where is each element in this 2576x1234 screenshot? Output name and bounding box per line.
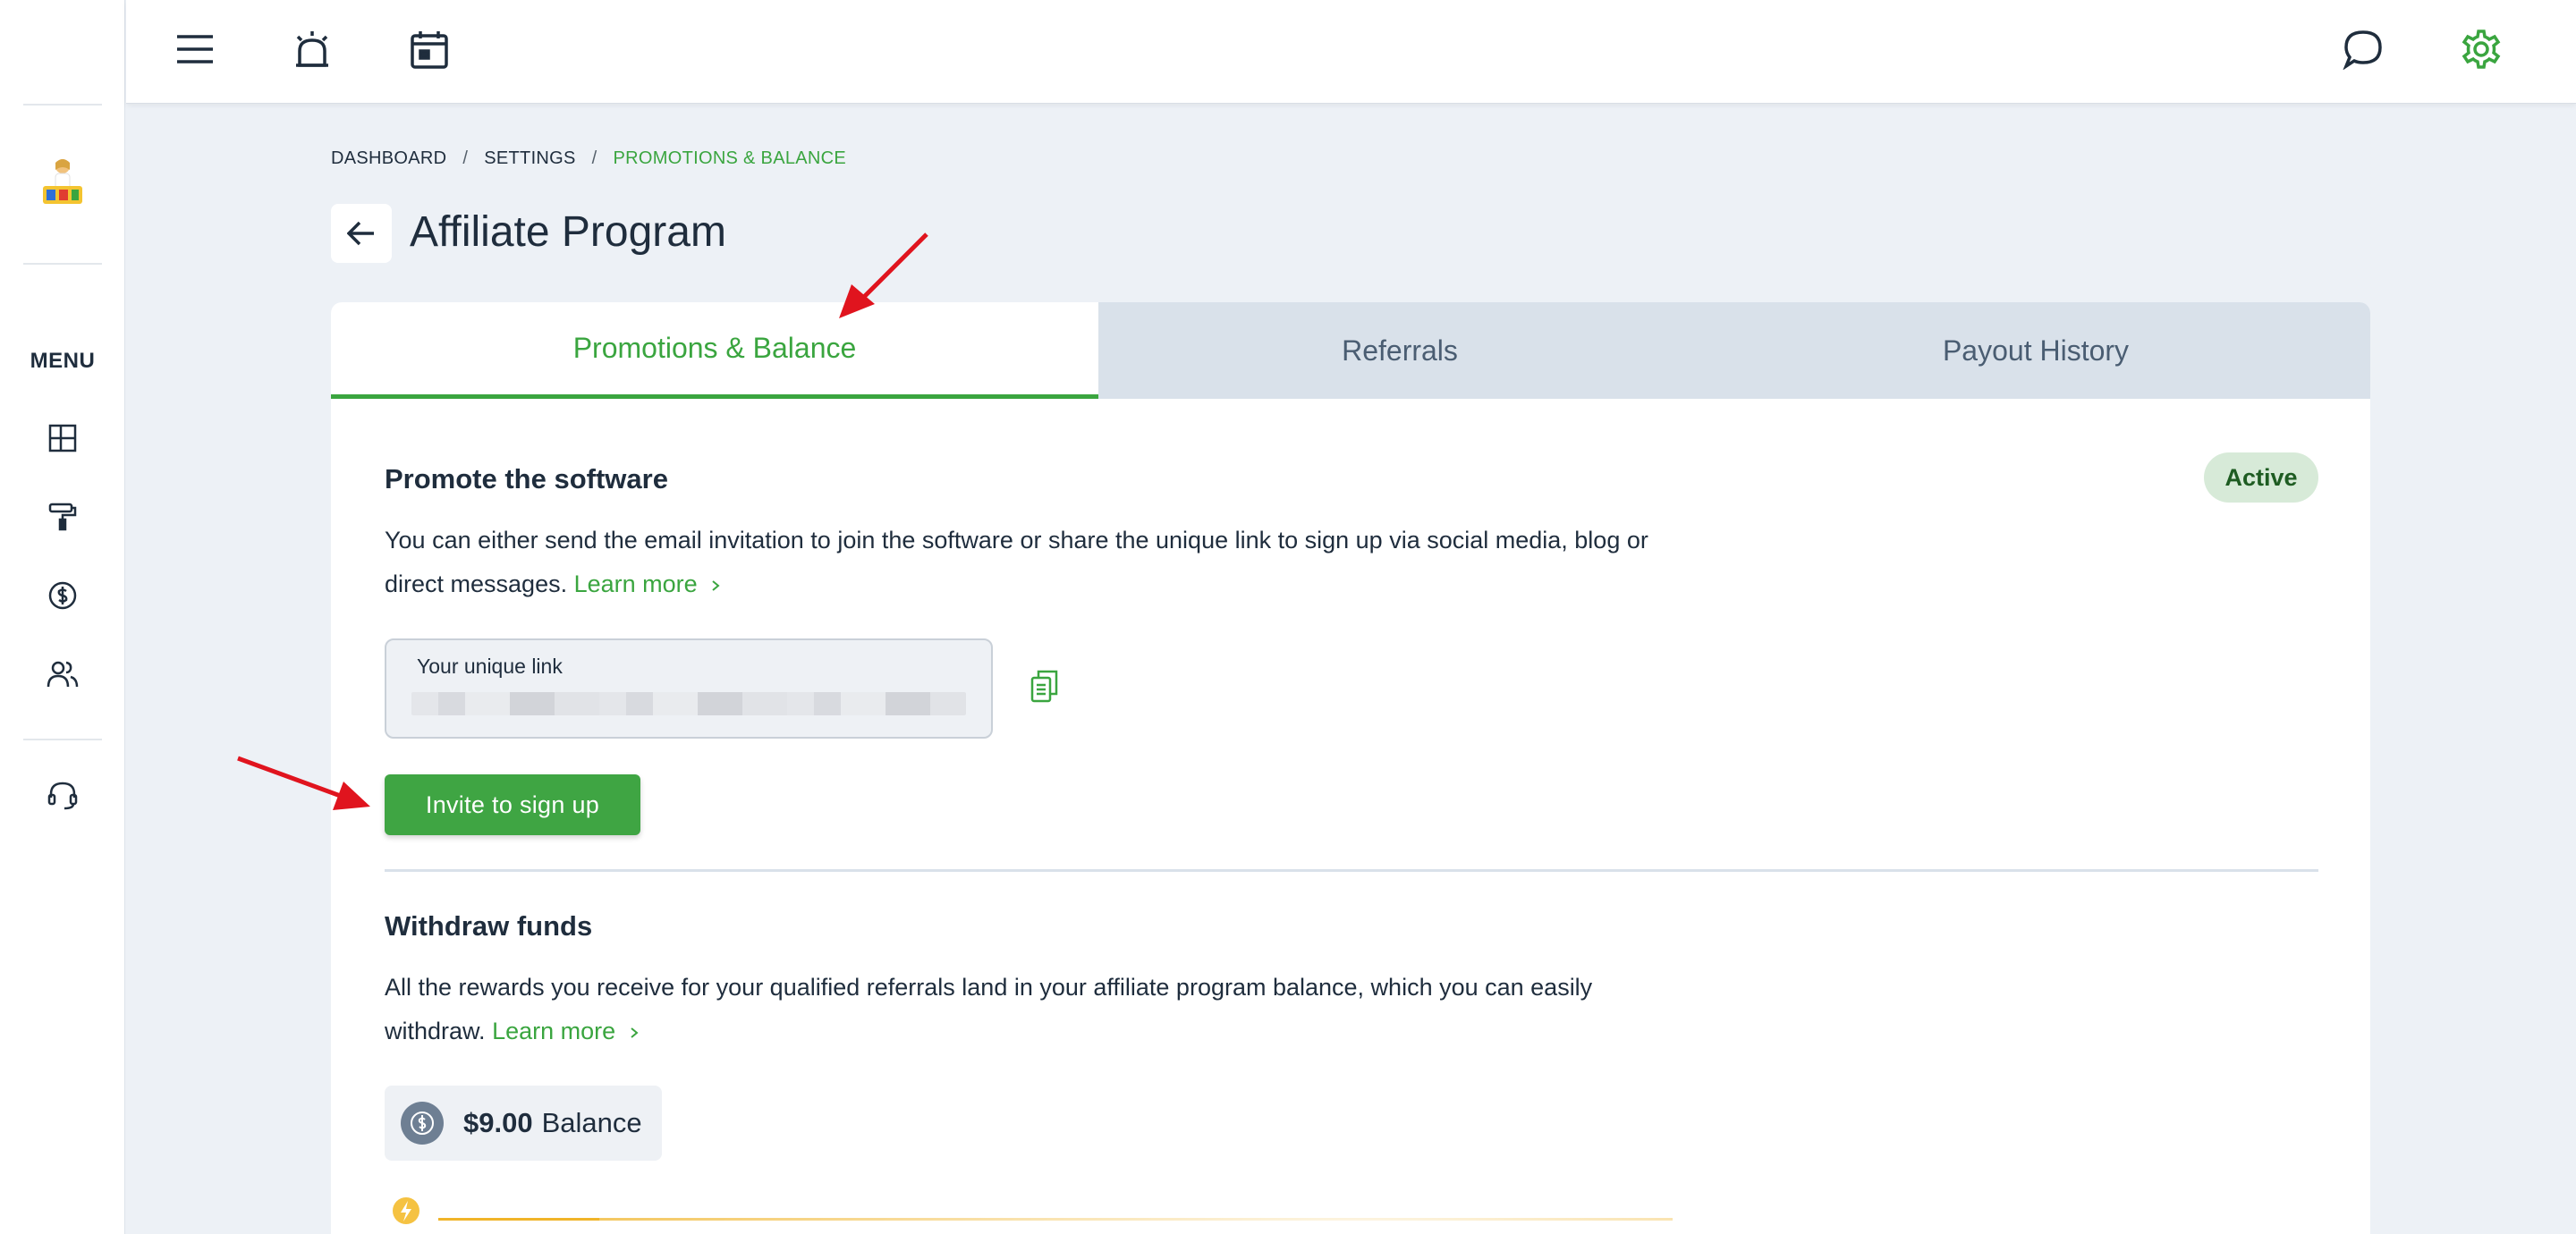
unique-link-label: Your unique link xyxy=(417,655,563,678)
tab-promotions-balance[interactable]: Promotions & Balance xyxy=(331,302,1098,399)
unique-link-field[interactable]: Your unique link xyxy=(385,638,993,739)
arrow-left-icon xyxy=(347,221,374,246)
headset-icon[interactable] xyxy=(45,778,80,814)
balance-amount: $9.00 xyxy=(463,1107,533,1138)
breadcrumb-separator: / xyxy=(462,148,469,168)
dollar-circle-icon[interactable] xyxy=(45,578,80,613)
dashboard-icon[interactable] xyxy=(45,420,80,456)
unique-link-value xyxy=(411,692,966,715)
breadcrumb: DASHBOARD / SETTINGS / PROMOTIONS & BALA… xyxy=(331,148,846,169)
tab-referrals[interactable]: Referrals xyxy=(1098,302,1701,399)
bottom-fade xyxy=(599,1179,2120,1234)
chevron-right-icon xyxy=(631,1027,639,1038)
calendar-icon[interactable] xyxy=(407,27,452,72)
promote-description: You can either send the email invitation… xyxy=(385,519,1655,606)
status-badge: Active xyxy=(2204,452,2318,503)
withdraw-title: Withdraw funds xyxy=(385,910,593,942)
affiliate-card: Promotions & Balance Referrals Payout Hi… xyxy=(331,302,2370,1234)
tab-bar: Promotions & Balance Referrals Payout Hi… xyxy=(331,302,2370,399)
top-bar xyxy=(126,0,2576,104)
breadcrumb-dashboard[interactable]: DASHBOARD xyxy=(331,148,446,169)
back-button[interactable] xyxy=(331,204,392,263)
chevron-right-icon xyxy=(712,580,720,591)
avatar[interactable] xyxy=(39,156,86,211)
sidebar-menu-label: MENU xyxy=(30,349,96,373)
hamburger-icon[interactable] xyxy=(173,27,217,72)
sidebar: MENU xyxy=(0,0,125,1234)
breadcrumb-settings[interactable]: SETTINGS xyxy=(484,148,575,169)
promote-title: Promote the software xyxy=(385,463,668,494)
balance-label: Balance xyxy=(541,1107,642,1138)
breadcrumb-current: PROMOTIONS & BALANCE xyxy=(613,148,847,168)
invite-to-sign-up-button[interactable]: Invite to sign up xyxy=(385,774,640,835)
alarm-icon[interactable] xyxy=(290,27,335,72)
sidebar-divider xyxy=(23,263,102,265)
page-title: Affiliate Program xyxy=(410,208,726,256)
tab-payout-history[interactable]: Payout History xyxy=(1701,302,2370,399)
balance-display: $9.00 Balance xyxy=(385,1086,662,1161)
learn-more-link[interactable]: Learn more xyxy=(492,1018,640,1044)
sidebar-divider xyxy=(23,739,102,740)
breadcrumb-separator: / xyxy=(591,148,597,168)
paint-roller-icon[interactable] xyxy=(45,499,80,535)
copy-icon[interactable] xyxy=(1027,665,1063,706)
section-divider xyxy=(385,869,2318,872)
gear-icon[interactable] xyxy=(2459,27,2504,72)
users-icon[interactable] xyxy=(45,656,80,692)
sidebar-divider xyxy=(23,104,102,106)
lightbulb-icon xyxy=(390,1196,422,1232)
chat-icon[interactable] xyxy=(2341,27,2385,72)
coin-icon xyxy=(401,1102,444,1145)
withdraw-description: All the rewards you receive for your qua… xyxy=(385,966,1637,1053)
learn-more-link[interactable]: Learn more xyxy=(574,571,723,597)
